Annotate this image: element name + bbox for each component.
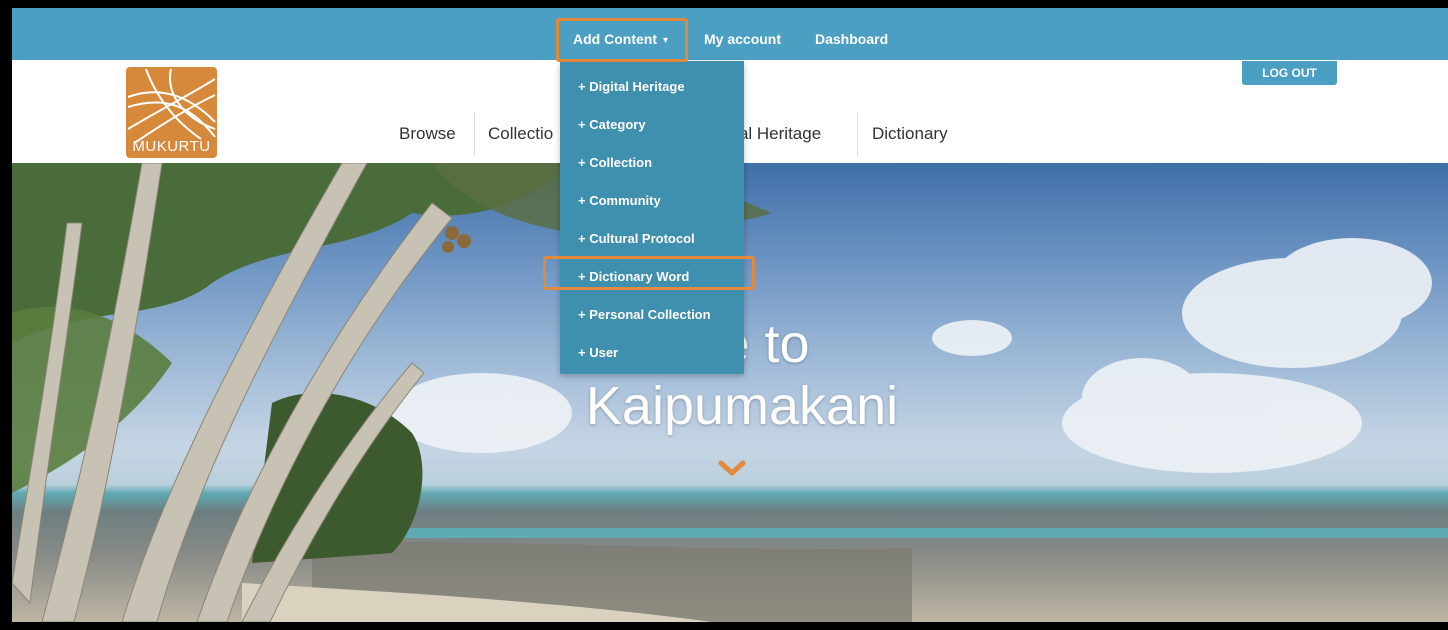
browser-viewport: Add Content ▾ My account Dashboard MUKURT…	[12, 8, 1448, 622]
highlight-box-dictionary-word	[543, 256, 755, 290]
logout-button[interactable]: LOG OUT	[1242, 61, 1337, 85]
dropdown-item-collection[interactable]: + Collection	[578, 155, 652, 170]
nav-item-dictionary[interactable]: Dictionary	[872, 124, 948, 144]
dropdown-item-category[interactable]: + Category	[578, 117, 646, 132]
admin-toolbar: Add Content ▾ My account Dashboard	[12, 8, 1448, 60]
nav-separator	[474, 112, 475, 156]
nav-item-collections[interactable]: Collectio	[488, 124, 553, 144]
dashboard-link[interactable]: Dashboard	[815, 8, 888, 60]
nav-separator	[857, 112, 858, 156]
dropdown-item-community[interactable]: + Community	[578, 193, 661, 208]
mukurtu-logo[interactable]: MUKURTU	[126, 67, 217, 158]
logo-text: MUKURTU	[132, 138, 211, 155]
nav-item-browse[interactable]: Browse	[399, 124, 456, 144]
add-content-dropdown: + Digital Heritage + Category + Collecti…	[560, 61, 744, 374]
chevron-down-icon[interactable]	[718, 460, 746, 478]
dropdown-item-user[interactable]: + User	[578, 345, 618, 360]
dropdown-item-digital-heritage[interactable]: + Digital Heritage	[578, 79, 685, 94]
my-account-link[interactable]: My account	[704, 8, 781, 60]
dropdown-item-personal-collection[interactable]: + Personal Collection	[578, 307, 711, 322]
highlight-box-add-content	[556, 18, 688, 62]
dropdown-item-cultural-protocol[interactable]: + Cultural Protocol	[578, 231, 695, 246]
hero-title-line2: Kaipumakani	[585, 376, 899, 436]
